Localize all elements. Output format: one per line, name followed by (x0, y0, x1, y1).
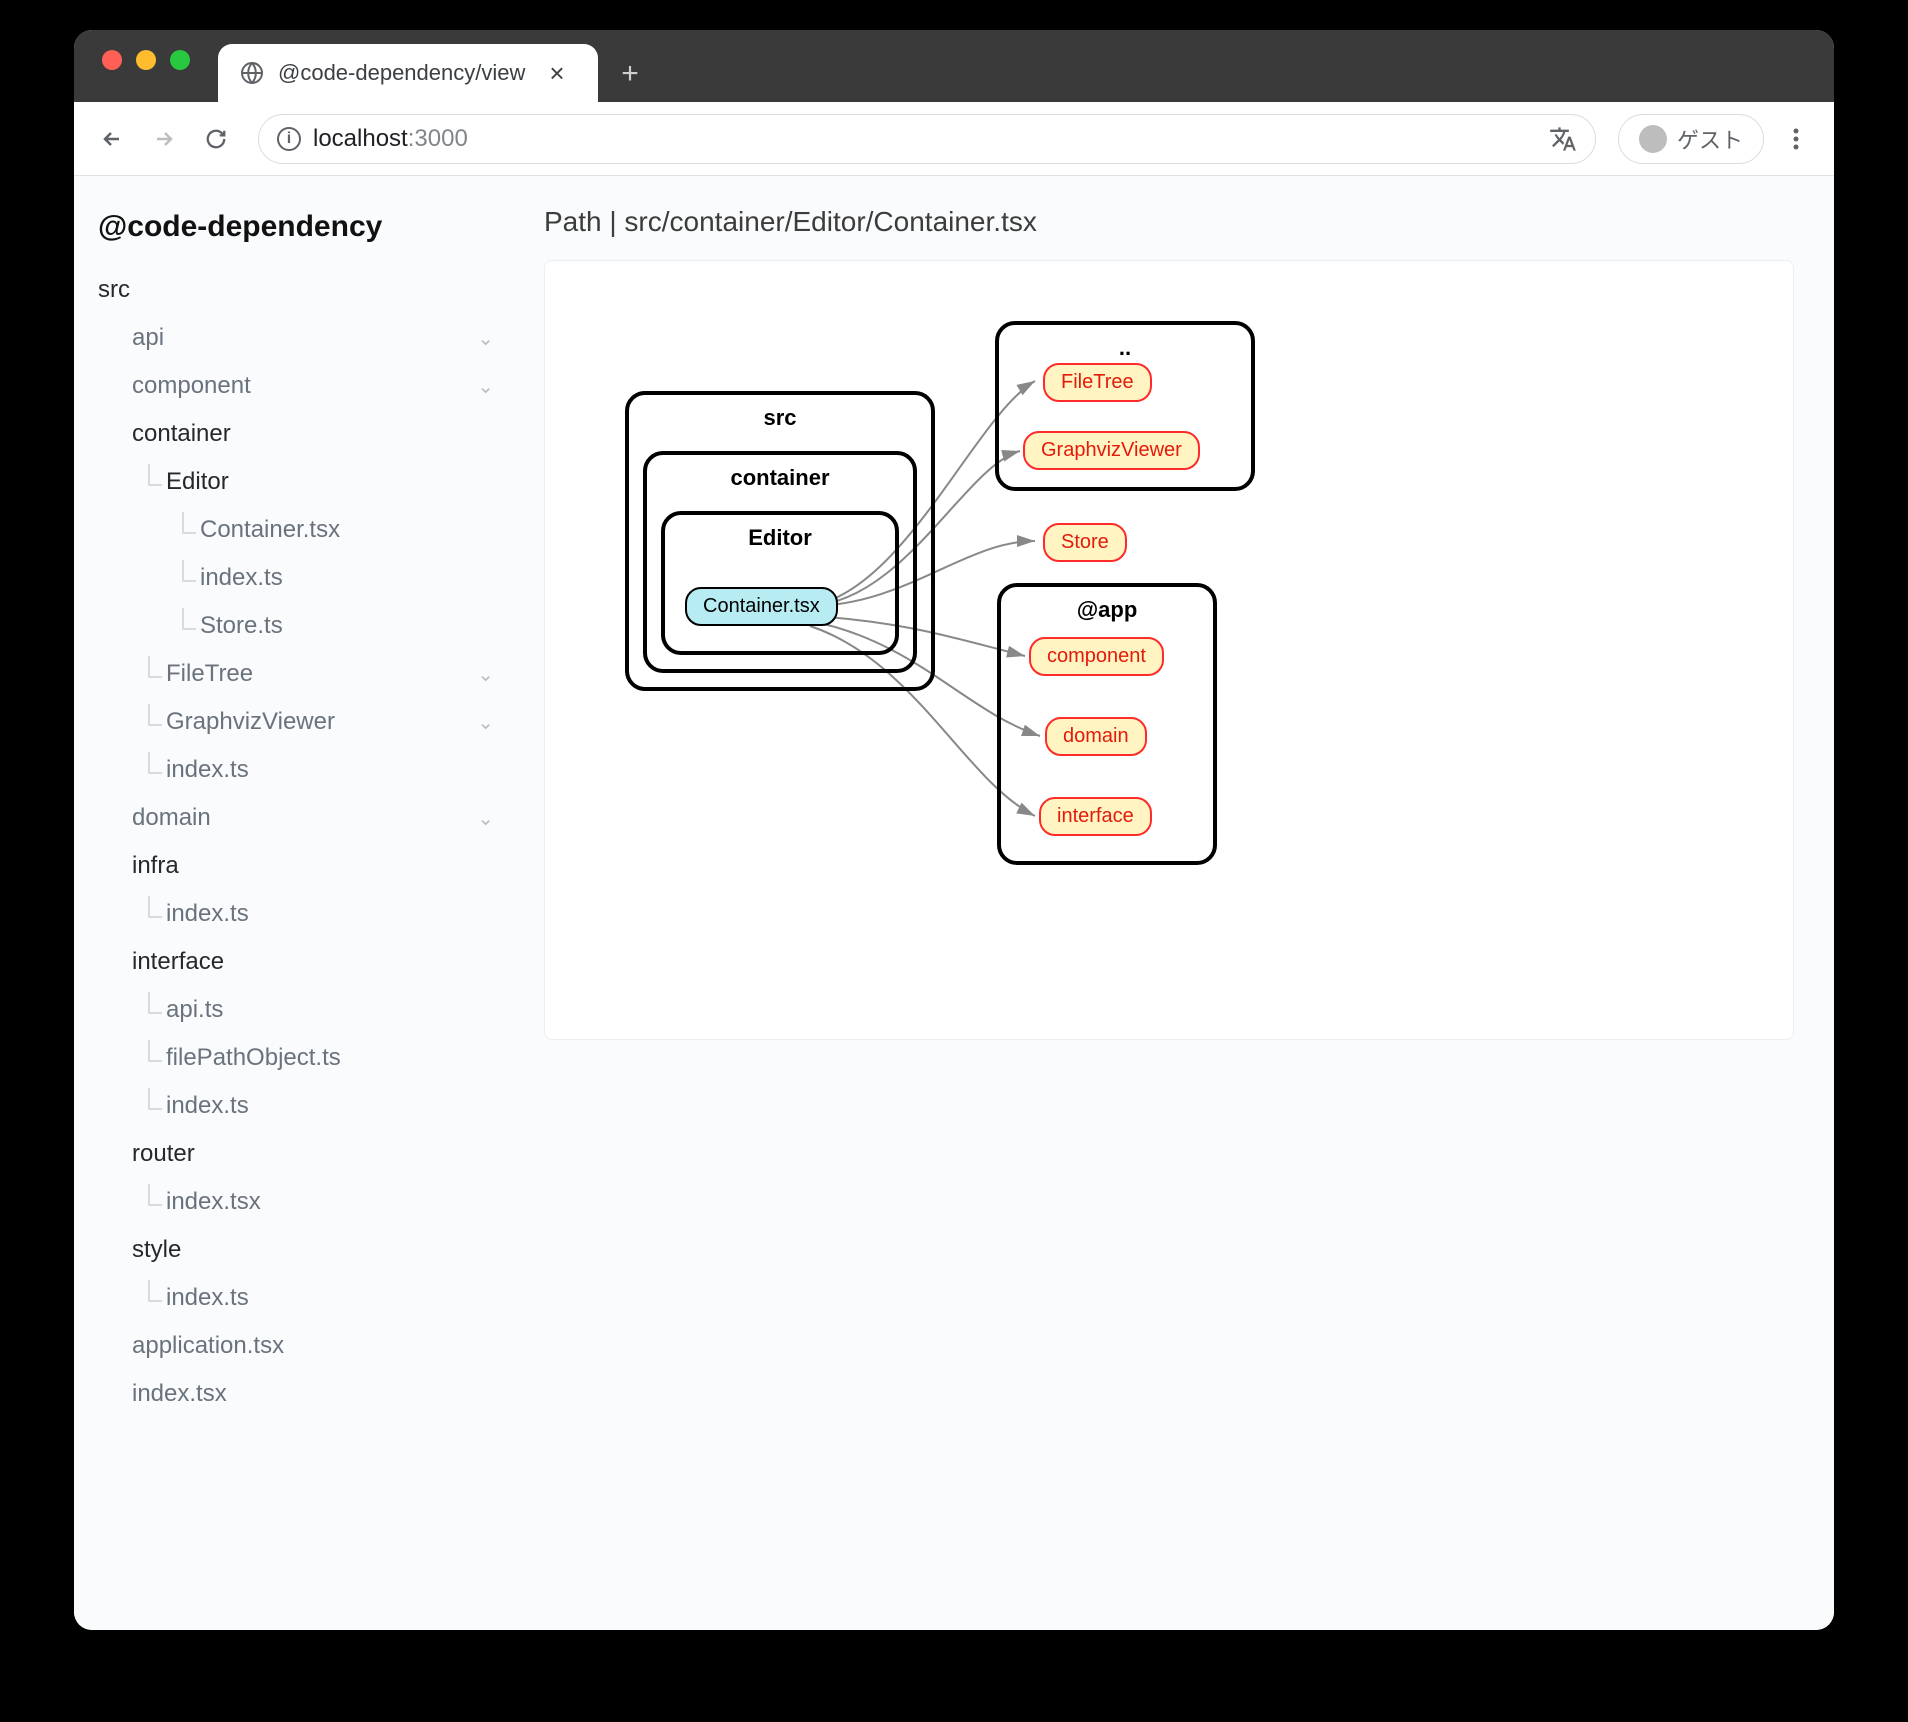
tree-folder-router[interactable]: router (132, 1130, 494, 1178)
cluster-label-app: @app (1001, 597, 1213, 623)
tree-file-application-tsx[interactable]: application.tsx (132, 1322, 494, 1370)
node-interface[interactable]: interface (1039, 797, 1152, 836)
path-header: Path | src/container/Editor/Container.ts… (544, 206, 1794, 238)
close-window-button[interactable] (102, 50, 122, 70)
guest-profile[interactable]: ゲスト (1618, 114, 1764, 164)
tree-folder-container[interactable]: container (132, 410, 494, 458)
chevron-down-icon: ⌄ (477, 326, 494, 351)
tree-file-api-ts[interactable]: api.ts (166, 986, 494, 1034)
chevron-down-icon: ⌄ (477, 806, 494, 831)
avatar-icon (1639, 125, 1667, 153)
reload-button[interactable] (196, 119, 236, 159)
tree-folder-api[interactable]: api⌄ (132, 314, 494, 362)
browser-menu-button[interactable] (1776, 119, 1816, 159)
forward-button[interactable] (144, 119, 184, 159)
tree-folder-graphviz[interactable]: GraphvizViewer⌄ (166, 698, 494, 746)
app-content: @code-dependency src api⌄ component⌄ con… (74, 176, 1834, 1630)
url-text: localhost:3000 (313, 125, 468, 153)
app-title: @code-dependency (98, 210, 494, 244)
tree-folder-component[interactable]: component⌄ (132, 362, 494, 410)
cluster-label-dotdot: .. (999, 335, 1251, 361)
node-container-tsx[interactable]: Container.tsx (685, 587, 838, 626)
tab-bar: @code-dependency/view × + (74, 30, 1834, 102)
close-tab-icon[interactable]: × (549, 58, 564, 89)
main-panel: Path | src/container/Editor/Container.ts… (504, 176, 1834, 1630)
browser-tab[interactable]: @code-dependency/view × (218, 44, 598, 102)
node-component[interactable]: component (1029, 637, 1164, 676)
tree-file-editor-index-ts[interactable]: index.ts (200, 554, 494, 602)
maximize-window-button[interactable] (170, 50, 190, 70)
tree-folder-editor[interactable]: Editor (166, 458, 494, 506)
url-bar[interactable]: i localhost:3000 (258, 114, 1596, 164)
cluster-label-src: src (629, 405, 931, 431)
cluster-label-editor: Editor (665, 525, 895, 551)
browser-window: @code-dependency/view × + i localhost:30… (74, 30, 1834, 1630)
chevron-down-icon: ⌄ (477, 710, 494, 735)
tree-folder-filetree[interactable]: FileTree⌄ (166, 650, 494, 698)
translate-icon[interactable] (1549, 125, 1577, 153)
tree-folder-src[interactable]: src (98, 266, 494, 314)
tree-file-infra-index-ts[interactable]: index.ts (166, 890, 494, 938)
tab-title: @code-dependency/view (278, 60, 525, 86)
tree-file-container-index-ts[interactable]: index.ts (166, 746, 494, 794)
new-tab-button[interactable]: + (608, 52, 652, 96)
site-info-icon[interactable]: i (277, 127, 301, 151)
file-tree: src api⌄ component⌄ container Editor (98, 266, 494, 1418)
back-button[interactable] (92, 119, 132, 159)
sidebar: @code-dependency src api⌄ component⌄ con… (74, 176, 504, 1630)
minimize-window-button[interactable] (136, 50, 156, 70)
node-store[interactable]: Store (1043, 523, 1127, 562)
tree-file-router-index-tsx[interactable]: index.tsx (166, 1178, 494, 1226)
chevron-down-icon: ⌄ (477, 662, 494, 687)
tree-file-style-index-ts[interactable]: index.ts (166, 1274, 494, 1322)
cluster-label-container: container (647, 465, 913, 491)
tree-file-filepathobject-ts[interactable]: filePathObject.ts (166, 1034, 494, 1082)
chevron-down-icon: ⌄ (477, 374, 494, 399)
tree-folder-domain[interactable]: domain⌄ (132, 794, 494, 842)
dependency-graph[interactable]: src container Editor Container.tsx .. Fi… (544, 260, 1794, 1040)
node-filetree[interactable]: FileTree (1043, 363, 1152, 402)
tree-folder-infra[interactable]: infra (132, 842, 494, 890)
node-graphvizviewer[interactable]: GraphvizViewer (1023, 431, 1200, 470)
tree-file-container-tsx[interactable]: Container.tsx (200, 506, 494, 554)
tree-file-interface-index-ts[interactable]: index.ts (166, 1082, 494, 1130)
node-domain[interactable]: domain (1045, 717, 1147, 756)
tree-file-index-tsx[interactable]: index.tsx (132, 1370, 494, 1418)
tree-file-store-ts[interactable]: Store.ts (200, 602, 494, 650)
guest-label: ゲスト (1677, 123, 1743, 155)
tree-folder-style[interactable]: style (132, 1226, 494, 1274)
tree-folder-interface[interactable]: interface (132, 938, 494, 986)
globe-icon (240, 61, 264, 85)
cluster-editor: Editor (661, 511, 899, 655)
window-controls (102, 50, 190, 70)
browser-toolbar: i localhost:3000 ゲスト (74, 102, 1834, 176)
